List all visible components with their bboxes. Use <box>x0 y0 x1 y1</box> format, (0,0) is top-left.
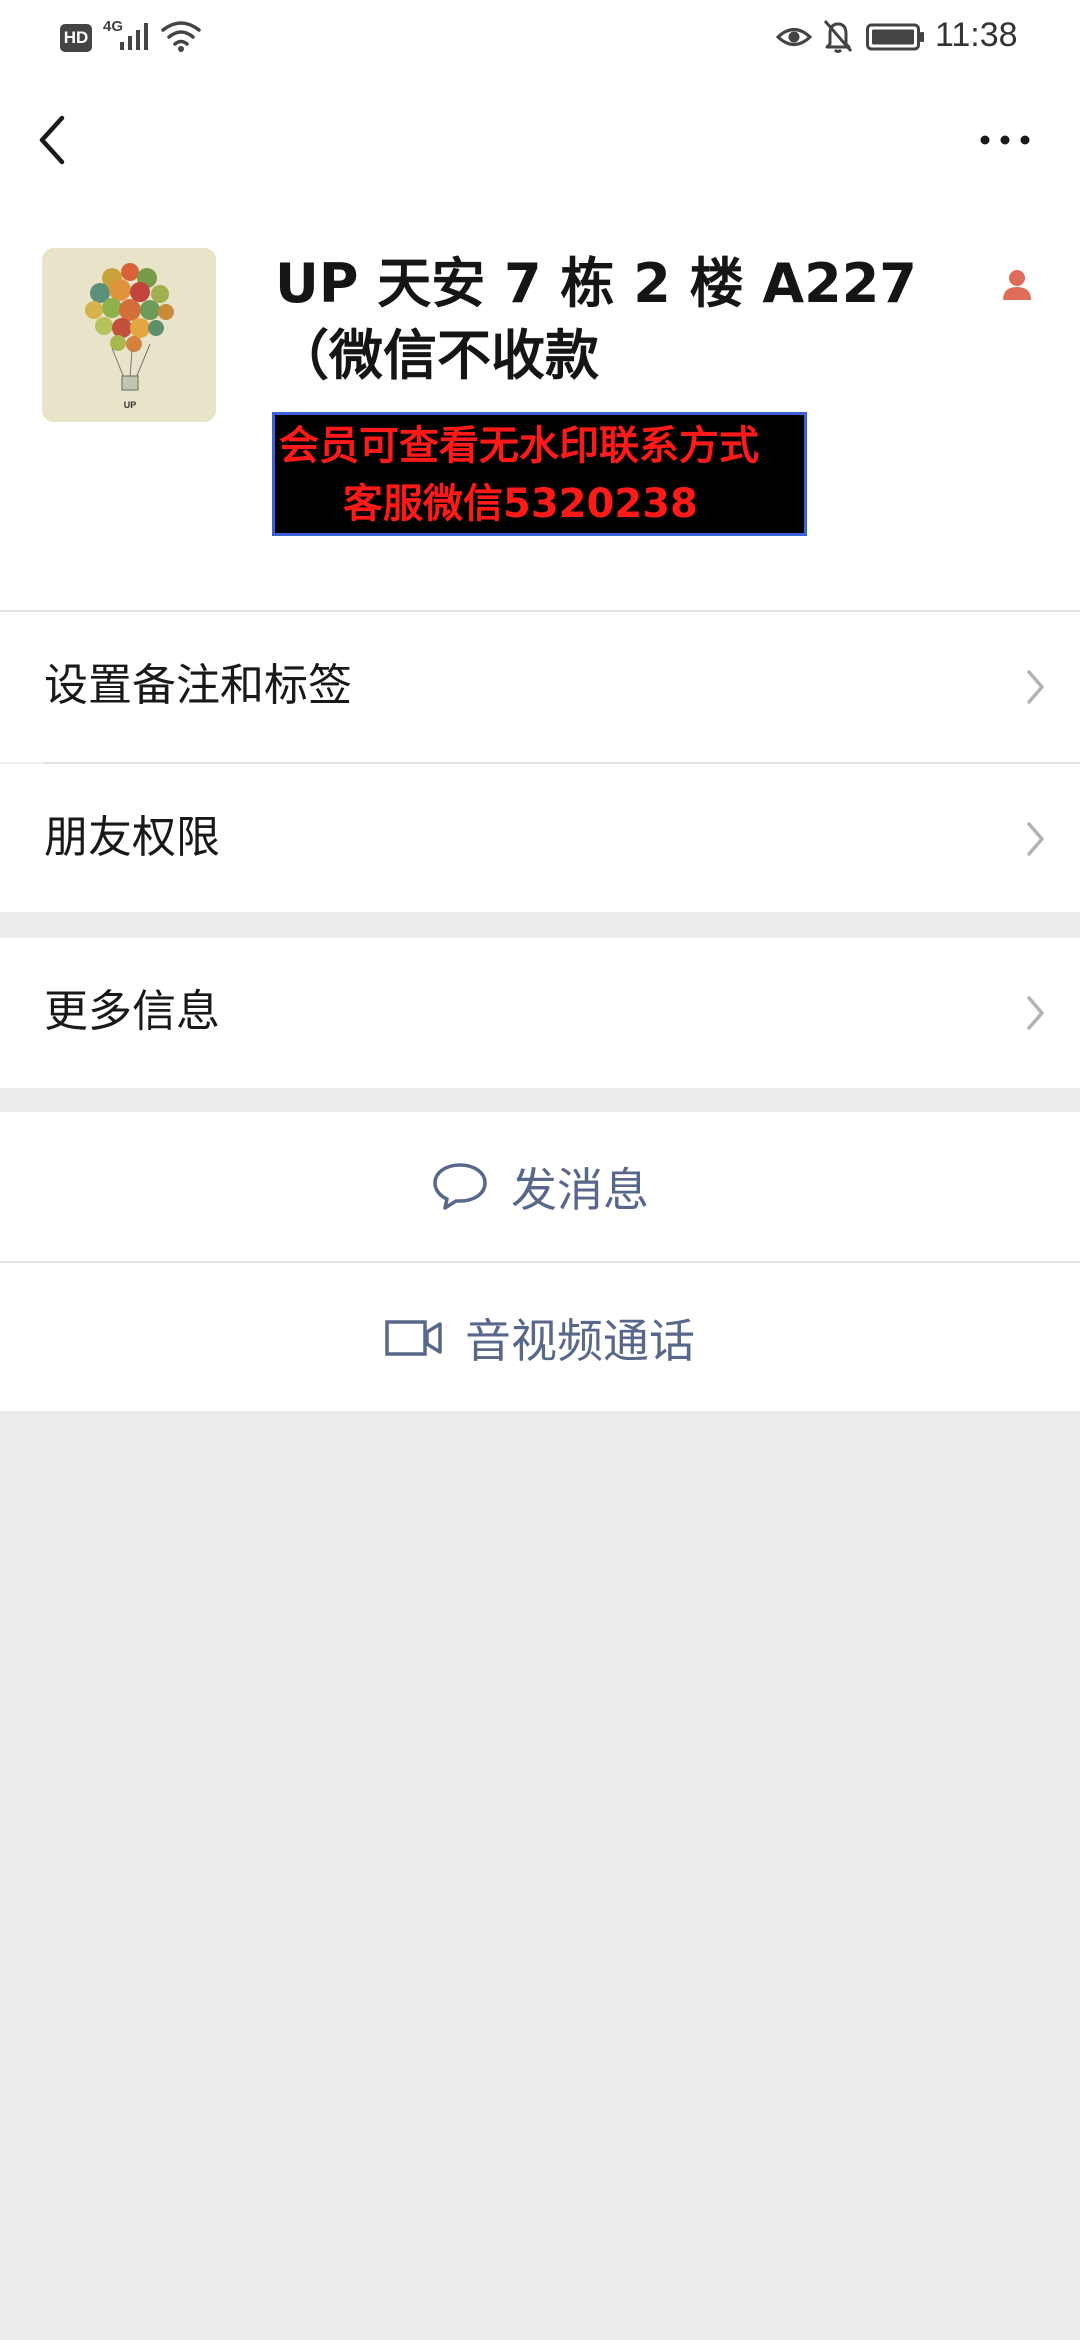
chevron-right-icon <box>1027 996 1044 1030</box>
status-bar: HD 4G 11:38 <box>0 0 1080 76</box>
video-call-button[interactable]: 音视频通话 <box>0 1263 1080 1411</box>
more-icon[interactable] <box>975 120 1035 160</box>
friend-permissions-label: 朋友权限 <box>44 812 220 863</box>
battery-icon <box>866 23 924 51</box>
chevron-left-icon[interactable] <box>28 110 78 170</box>
wifi-icon <box>161 21 201 52</box>
friend-permissions-row[interactable]: 朋友权限 <box>0 764 1080 912</box>
video-camera-icon <box>385 1320 442 1356</box>
balloon-image: UP <box>42 248 216 422</box>
signal-icon <box>120 23 148 50</box>
chevron-right-icon <box>1027 822 1044 856</box>
send-message-button[interactable]: 发消息 <box>0 1112 1080 1262</box>
remark-tags-row[interactable]: 设置备注和标签 <box>0 612 1080 762</box>
more-info-label: 更多信息 <box>44 986 220 1037</box>
svg-text:UP: UP <box>124 400 137 410</box>
contact-icon <box>1003 270 1031 300</box>
video-call-label: 音视频通话 <box>465 1314 695 1368</box>
bell-off-icon <box>823 20 853 53</box>
send-message-label: 发消息 <box>511 1163 649 1217</box>
remark-tags-label: 设置备注和标签 <box>44 660 352 711</box>
avatar[interactable]: UP <box>42 248 216 422</box>
chevron-right-icon <box>1027 670 1044 704</box>
watermark-line-2: 客服微信5320238 <box>343 481 698 527</box>
contact-name: UP 天安 7 栋 2 楼 A227（微信不收款 <box>275 252 917 387</box>
hd-badge: HD <box>60 24 92 52</box>
more-info-row[interactable]: 更多信息 <box>0 938 1080 1088</box>
watermark-banner: 会员可查看无水印联系方式 客服微信5320238 <box>272 412 807 536</box>
eye-icon <box>776 28 812 46</box>
chat-bubble-icon <box>433 1163 487 1210</box>
watermark-line-1: 会员可查看无水印联系方式 <box>279 423 759 469</box>
status-time: 11:38 <box>935 16 1018 54</box>
